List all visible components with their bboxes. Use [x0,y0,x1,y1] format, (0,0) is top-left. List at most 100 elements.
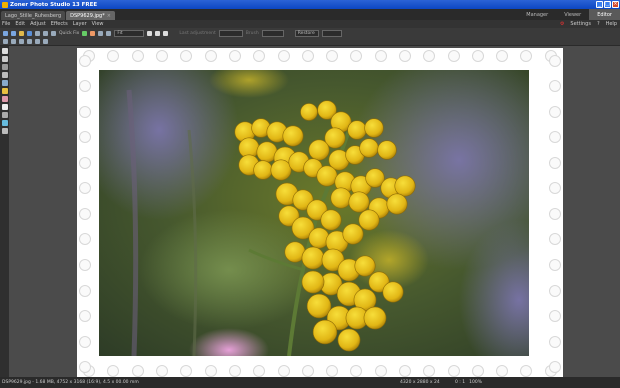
maximize-icon[interactable]: □ [604,1,611,8]
menu-edit[interactable]: Edit [15,21,25,27]
menu-help[interactable]: Help [606,21,617,27]
open-icon[interactable] [19,30,24,36]
brush-tool-icon[interactable] [1,88,8,94]
minimize-icon[interactable]: _ [596,1,603,8]
flower-bud [308,139,330,161]
copy-icon[interactable] [35,30,40,36]
flower-bud [382,281,404,303]
flower-bud [337,328,361,352]
view-split-icon[interactable] [155,30,161,36]
clone-tool-icon[interactable] [1,96,8,102]
sharpen-icon[interactable] [98,30,104,36]
text-icon[interactable] [106,30,112,36]
menu-right: ⚙ Settings ? Help [560,20,617,28]
magnifier-icon[interactable] [43,39,48,44]
menu-view[interactable]: View [92,21,104,27]
filter-tool-icon[interactable] [1,128,8,134]
zoom-percent: 100% [469,380,482,385]
crop-tool-icon[interactable] [1,64,8,70]
tab-label: DSP9629.jpg* [70,12,105,19]
frame-dot [447,50,460,62]
frame-dot [374,365,387,377]
frame-dot [374,50,387,62]
brush-field[interactable] [261,29,284,37]
crop-icon[interactable] [51,30,56,36]
frame-dot [350,365,363,377]
frame-dot [549,233,561,246]
save-icon[interactable] [27,30,32,36]
zoom-out-icon[interactable] [11,39,16,44]
status-bar: DSP9629.jpg - 1.68 MB, 4752 x 3168 (16:9… [0,377,620,388]
rotate-icon[interactable] [43,30,48,36]
hand-tool-icon[interactable] [1,56,8,62]
mode-manager[interactable]: Manager [518,9,556,20]
view-compare-icon[interactable] [163,30,169,36]
flower-bud [394,175,416,197]
view-single-icon[interactable] [147,30,153,36]
photo-image [99,70,529,356]
frame-border-bottom [77,364,563,378]
frame-dot [156,50,169,62]
frame-dot [549,207,561,220]
last-adjustment-field[interactable] [218,29,243,37]
zoom-in-icon[interactable] [3,39,8,44]
select-tool-icon[interactable] [1,48,8,54]
close-tab-icon[interactable]: × [107,13,111,19]
tools-panel [0,46,9,377]
zoom-select[interactable]: Fit [114,29,145,37]
frame-dot [496,365,509,377]
frame-dot [399,50,411,62]
frame-dot [156,365,169,377]
apply-button[interactable] [321,29,342,37]
tab-folder[interactable]: Lago_Stille_Ruhesberg [1,11,66,20]
brush-label: Brush [245,30,259,36]
title-bar: Zoner Photo Studio 13 FREE _ □ × [0,0,620,9]
restore-button[interactable]: Restore [294,29,319,37]
levels-icon[interactable] [82,30,88,36]
mode-viewer[interactable]: Viewer [556,9,589,20]
image-canvas[interactable] [9,46,620,380]
settings-icon[interactable]: ⚙ [560,21,564,27]
frame-dot [79,310,91,323]
tab-label: Lago_Stille_Ruhesberg [5,12,62,19]
main-toolbar: Quick Fix Fit Last adjustment Brush Rest… [0,28,620,38]
menu-effects[interactable]: Effects [51,21,68,27]
rotate-tool-icon[interactable] [1,72,8,78]
flower-bud [358,209,380,231]
menu-adjust[interactable]: Adjust [30,21,46,27]
fullscreen-icon[interactable] [35,39,40,44]
flower-bud [364,118,384,138]
help-icon[interactable]: ? [597,21,600,27]
frame-border-left [78,48,92,380]
eraser-tool-icon[interactable] [1,104,8,110]
color-icon[interactable] [90,30,96,36]
frame-dot [277,50,290,62]
text-tool-icon[interactable] [1,112,8,118]
flower-bud [301,246,325,270]
undo-icon[interactable] [3,30,8,36]
flower-bud [342,223,364,245]
shape-tool-icon[interactable] [1,120,8,126]
frame-dot [79,335,91,348]
secondary-toolbar [0,38,620,46]
frame-dot [471,365,484,377]
quick-fix-button[interactable]: Quick Fix [59,31,79,36]
menu-layer[interactable]: Layer [73,21,87,27]
close-icon[interactable]: × [612,1,619,8]
flower-bud [312,319,338,345]
tab-image[interactable]: DSP9629.jpg* × [66,11,115,20]
actual-size-icon[interactable] [27,39,32,44]
mode-editor[interactable]: Editor [589,9,620,20]
flower-bud [359,138,379,158]
retouch-tool-icon[interactable] [1,80,8,86]
menu-settings[interactable]: Settings [570,21,591,27]
frame-dot [79,233,91,246]
menu-file[interactable]: File [2,21,10,27]
flower-bud [354,255,376,277]
frame-dot [496,50,509,62]
fit-icon[interactable] [19,39,24,44]
frame-dot [549,361,561,374]
frame-dot [277,365,290,377]
window-title: Zoner Photo Studio 13 FREE [10,1,98,8]
redo-icon[interactable] [11,30,16,36]
